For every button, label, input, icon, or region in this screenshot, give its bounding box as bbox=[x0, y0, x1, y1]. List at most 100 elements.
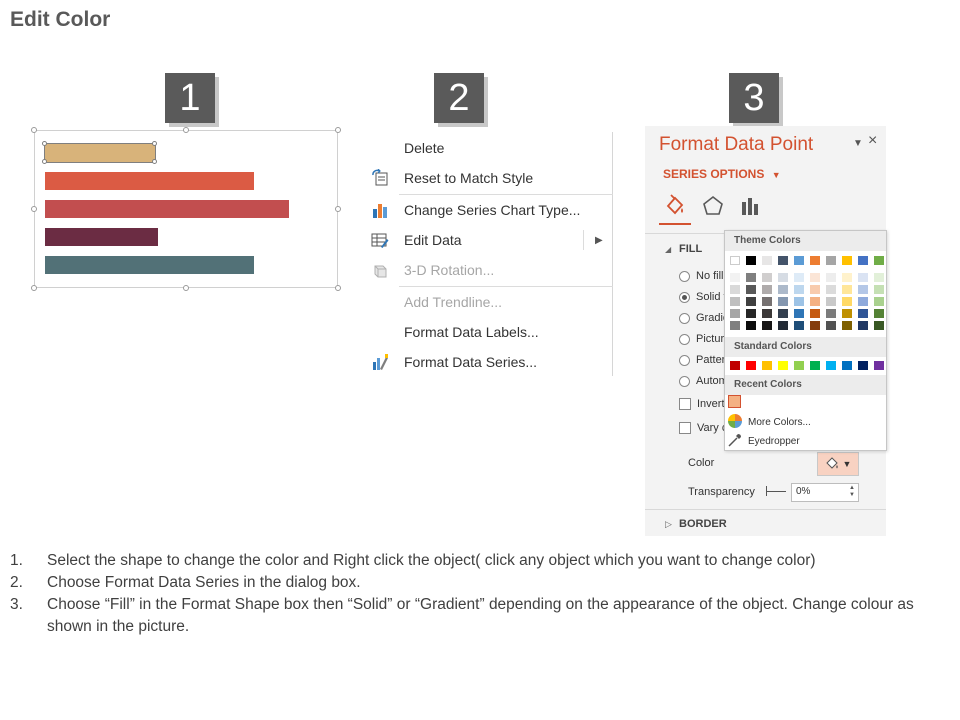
chart-bar[interactable] bbox=[44, 143, 156, 163]
standard-color-swatch[interactable] bbox=[730, 361, 740, 370]
fill-option-solid[interactable]: Solid fill bbox=[679, 291, 726, 303]
theme-color-swatch[interactable] bbox=[842, 285, 852, 294]
theme-color-swatch[interactable] bbox=[762, 285, 772, 294]
resize-handle[interactable] bbox=[31, 127, 37, 133]
resize-handle[interactable] bbox=[31, 206, 37, 212]
theme-color-swatch[interactable] bbox=[794, 273, 804, 282]
theme-color-swatch[interactable] bbox=[746, 297, 756, 306]
theme-color-swatch[interactable] bbox=[874, 309, 884, 318]
bar-selection-handle[interactable] bbox=[42, 159, 47, 164]
theme-color-swatch[interactable] bbox=[858, 285, 868, 294]
chart-bar[interactable] bbox=[45, 172, 254, 190]
series-options-tab-icon[interactable] bbox=[739, 194, 763, 218]
border-section-header[interactable]: BORDER bbox=[679, 518, 727, 530]
resize-handle[interactable] bbox=[31, 285, 37, 291]
theme-color-swatch[interactable] bbox=[826, 321, 836, 330]
theme-color-swatch[interactable] bbox=[874, 256, 884, 265]
theme-color-swatch[interactable] bbox=[858, 273, 868, 282]
standard-color-swatch[interactable] bbox=[778, 361, 788, 370]
theme-color-swatch[interactable] bbox=[874, 273, 884, 282]
theme-color-swatch[interactable] bbox=[810, 321, 820, 330]
recent-color-swatch[interactable] bbox=[728, 395, 741, 408]
standard-color-swatch[interactable] bbox=[874, 361, 884, 370]
menu-item-change-chart-type[interactable]: Change Series Chart Type... bbox=[365, 197, 613, 223]
theme-color-swatch[interactable] bbox=[778, 297, 788, 306]
menu-item-edit-data[interactable]: Edit Data ▶ bbox=[365, 227, 613, 253]
theme-color-swatch[interactable] bbox=[778, 309, 788, 318]
theme-color-swatch[interactable] bbox=[858, 321, 868, 330]
menu-item-delete[interactable]: Delete bbox=[365, 135, 613, 161]
theme-color-swatch[interactable] bbox=[874, 321, 884, 330]
standard-color-swatch[interactable] bbox=[810, 361, 820, 370]
fill-option-automatic[interactable]: Automatic bbox=[679, 375, 726, 387]
theme-color-swatch[interactable] bbox=[826, 273, 836, 282]
theme-color-swatch[interactable] bbox=[842, 273, 852, 282]
theme-color-swatch[interactable] bbox=[810, 273, 820, 282]
theme-color-swatch[interactable] bbox=[746, 321, 756, 330]
resize-handle[interactable] bbox=[335, 206, 341, 212]
bar-selection-handle[interactable] bbox=[152, 159, 157, 164]
spin-arrows-icon[interactable]: ▲ ▼ bbox=[849, 485, 855, 499]
theme-color-swatch[interactable] bbox=[730, 321, 740, 330]
transparency-slider[interactable] bbox=[766, 491, 786, 492]
chart-bar[interactable] bbox=[45, 200, 289, 218]
fill-section-header[interactable]: FILL bbox=[679, 243, 702, 255]
theme-color-swatch[interactable] bbox=[778, 256, 788, 265]
chart-bar[interactable] bbox=[45, 228, 158, 246]
more-colors-button[interactable]: More Colors... bbox=[728, 414, 811, 431]
bar-chart[interactable] bbox=[31, 127, 341, 291]
theme-color-swatch[interactable] bbox=[730, 309, 740, 318]
fill-line-tab-icon[interactable] bbox=[663, 194, 687, 218]
theme-color-swatch[interactable] bbox=[778, 321, 788, 330]
theme-color-swatch[interactable] bbox=[810, 285, 820, 294]
menu-item-format-data-labels[interactable]: Format Data Labels... bbox=[365, 319, 613, 345]
theme-color-swatch[interactable] bbox=[746, 273, 756, 282]
series-options-dropdown[interactable]: SERIES OPTIONS ▼ bbox=[663, 167, 781, 181]
vary-colors-checkbox[interactable]: Vary colors by point bbox=[679, 422, 727, 434]
theme-color-swatch[interactable] bbox=[874, 297, 884, 306]
standard-color-swatch[interactable] bbox=[858, 361, 868, 370]
expanded-caret-icon[interactable]: ◢ bbox=[665, 245, 671, 254]
menu-item-reset-style[interactable]: Reset to Match Style bbox=[365, 165, 613, 191]
transparency-input[interactable]: 0% ▲ ▼ bbox=[791, 483, 859, 502]
theme-color-swatch[interactable] bbox=[826, 256, 836, 265]
standard-color-swatch[interactable] bbox=[794, 361, 804, 370]
eyedropper-button[interactable]: Eyedropper bbox=[728, 433, 800, 450]
theme-color-swatch[interactable] bbox=[746, 256, 756, 265]
theme-color-swatch[interactable] bbox=[842, 297, 852, 306]
theme-color-swatch[interactable] bbox=[810, 256, 820, 265]
standard-color-swatch[interactable] bbox=[746, 361, 756, 370]
theme-color-swatch[interactable] bbox=[858, 297, 868, 306]
chart-bar[interactable] bbox=[45, 256, 254, 274]
theme-color-swatch[interactable] bbox=[810, 309, 820, 318]
theme-color-swatch[interactable] bbox=[826, 297, 836, 306]
theme-color-swatch[interactable] bbox=[778, 273, 788, 282]
invert-negative-checkbox[interactable]: Invert if negative bbox=[679, 398, 727, 410]
resize-handle[interactable] bbox=[183, 285, 189, 291]
theme-color-swatch[interactable] bbox=[858, 256, 868, 265]
pane-options-chevron-icon[interactable]: ▼ bbox=[853, 138, 863, 149]
theme-color-swatch[interactable] bbox=[826, 309, 836, 318]
resize-handle[interactable] bbox=[335, 285, 341, 291]
theme-color-swatch[interactable] bbox=[842, 321, 852, 330]
theme-color-swatch[interactable] bbox=[746, 285, 756, 294]
theme-color-swatch[interactable] bbox=[794, 297, 804, 306]
menu-item-format-data-series[interactable]: Format Data Series... bbox=[365, 349, 613, 375]
collapsed-caret-icon[interactable]: ▷ bbox=[665, 519, 672, 530]
submenu-arrow-icon[interactable]: ▶ bbox=[595, 235, 603, 246]
bar-selection-handle[interactable] bbox=[152, 141, 157, 146]
standard-color-swatch[interactable] bbox=[762, 361, 772, 370]
close-icon[interactable]: × bbox=[868, 132, 877, 150]
theme-color-swatch[interactable] bbox=[794, 256, 804, 265]
standard-color-swatch[interactable] bbox=[842, 361, 852, 370]
theme-color-swatch[interactable] bbox=[794, 321, 804, 330]
theme-color-swatch[interactable] bbox=[762, 321, 772, 330]
fill-option-gradient[interactable]: Gradient fill bbox=[679, 312, 726, 324]
effects-tab-icon[interactable] bbox=[701, 194, 725, 218]
fill-option-pattern[interactable]: Pattern fill bbox=[679, 354, 726, 366]
theme-color-swatch[interactable] bbox=[730, 297, 740, 306]
theme-color-swatch[interactable] bbox=[858, 309, 868, 318]
theme-color-swatch[interactable] bbox=[794, 309, 804, 318]
bar-selection-handle[interactable] bbox=[42, 141, 47, 146]
theme-color-swatch[interactable] bbox=[842, 256, 852, 265]
